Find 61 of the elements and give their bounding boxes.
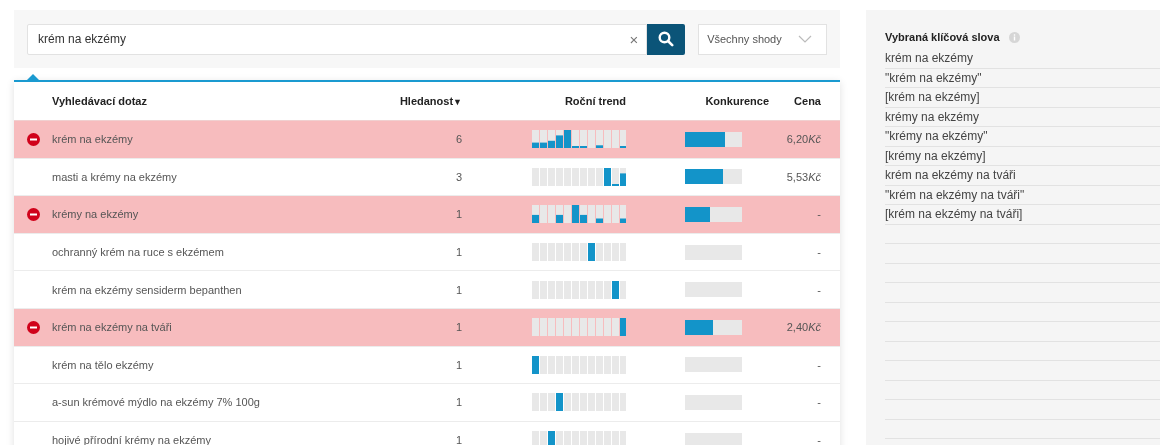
column-header[interactable]: Hledanost▼	[382, 95, 462, 107]
price-text: -	[816, 434, 821, 445]
keyword-row[interactable]: ochranný krém na ruce s ekzémem 1 -	[14, 233, 840, 272]
keyword-item[interactable]: "krémy na ekzémy"	[885, 129, 988, 144]
keyword-row[interactable]: krém na ekzémy sensiderm bepanthen 1 -	[14, 271, 840, 309]
query-text: krém na ekzémy na tváři	[52, 321, 173, 334]
search-volume: 1	[454, 434, 462, 445]
competition-meter	[685, 319, 742, 335]
competition-meter	[685, 207, 742, 222]
column-header[interactable]: Vyhledávací dotaz	[52, 95, 382, 107]
price-text: -	[816, 246, 821, 259]
keyword-item[interactable]: krém na ekzémy	[885, 51, 974, 66]
price-text: -	[816, 396, 821, 409]
price-text: -	[816, 358, 821, 371]
price-text: -	[816, 208, 821, 221]
search-volume: 1	[454, 358, 462, 371]
search-icon	[658, 31, 675, 47]
keyword-item[interactable]: [krém na ekzémy]	[885, 90, 980, 105]
competition-meter	[685, 131, 742, 147]
keyword-item[interactable]: [krém na ekzémy na tváři]	[885, 207, 1023, 222]
keyword-row[interactable]: krém na ekzémy na tváři 1 2,40Kč	[14, 308, 840, 347]
search-button[interactable]	[647, 23, 686, 55]
competition-meter	[685, 169, 742, 185]
remove-icon[interactable]	[26, 320, 40, 334]
query-text: masti a krémy na ekzémy	[52, 170, 178, 183]
remove-icon[interactable]	[26, 132, 40, 146]
search-volume: 1	[454, 283, 462, 296]
keyword-row[interactable]: krém na tělo ekzémy 1 -	[14, 346, 840, 385]
search-volume: 1	[454, 208, 462, 221]
price-text: 6,20Kč	[785, 133, 821, 146]
query-text: krémy na ekzémy	[52, 208, 140, 221]
query-text: krém na ekzémy sensiderm bepanthen	[52, 283, 243, 296]
query-text: a-sun krémové mýdlo na ekzémy 7% 100g	[52, 396, 261, 409]
clear-button[interactable]: ×	[629, 30, 639, 48]
search-field[interactable]: krém na ekzémy ×	[27, 23, 648, 55]
price-text: -	[816, 283, 821, 296]
match-type-dropdown[interactable]: Všechny shody	[698, 23, 827, 55]
search-volume: 1	[454, 321, 462, 334]
info-icon	[1008, 31, 1020, 43]
keyword-item[interactable]: "krém na ekzémy"	[885, 70, 982, 85]
query-text: ochranný krém na ruce s ekzémem	[52, 246, 225, 259]
query-text: krém na ekzémy	[52, 133, 134, 146]
chevron-down-icon	[798, 35, 812, 43]
price-text: 2,40Kč	[785, 321, 821, 334]
keyword-item[interactable]: krémy na ekzémy	[885, 109, 980, 124]
search-volume: 3	[454, 170, 462, 183]
column-header[interactable]: Roční trend	[532, 95, 626, 107]
keyword-row[interactable]: krém na ekzémy 6 6,20Kč	[14, 121, 840, 159]
keyword-row[interactable]: krémy na ekzémy 1 -	[14, 196, 840, 234]
search-volume: 6	[454, 133, 462, 146]
keyword-row[interactable]: a-sun krémové mýdlo na ekzémy 7% 100g 1 -	[14, 384, 840, 422]
panel-title: Vybraná klíčová slova	[885, 31, 1000, 43]
column-header[interactable]: Konkurence	[665, 95, 769, 107]
price-text: 5,53Kč	[785, 170, 821, 183]
remove-icon[interactable]	[26, 208, 40, 221]
keyword-item[interactable]: "krém na ekzémy na tváři"	[885, 187, 1025, 202]
query-text: krém na tělo ekzémy	[52, 358, 155, 371]
search-volume: 1	[454, 246, 462, 259]
keyword-item[interactable]: krém na ekzémy na tváři	[885, 168, 1016, 183]
search-volume: 1	[454, 396, 462, 409]
keyword-item[interactable]: [krémy na ekzémy]	[885, 148, 986, 163]
